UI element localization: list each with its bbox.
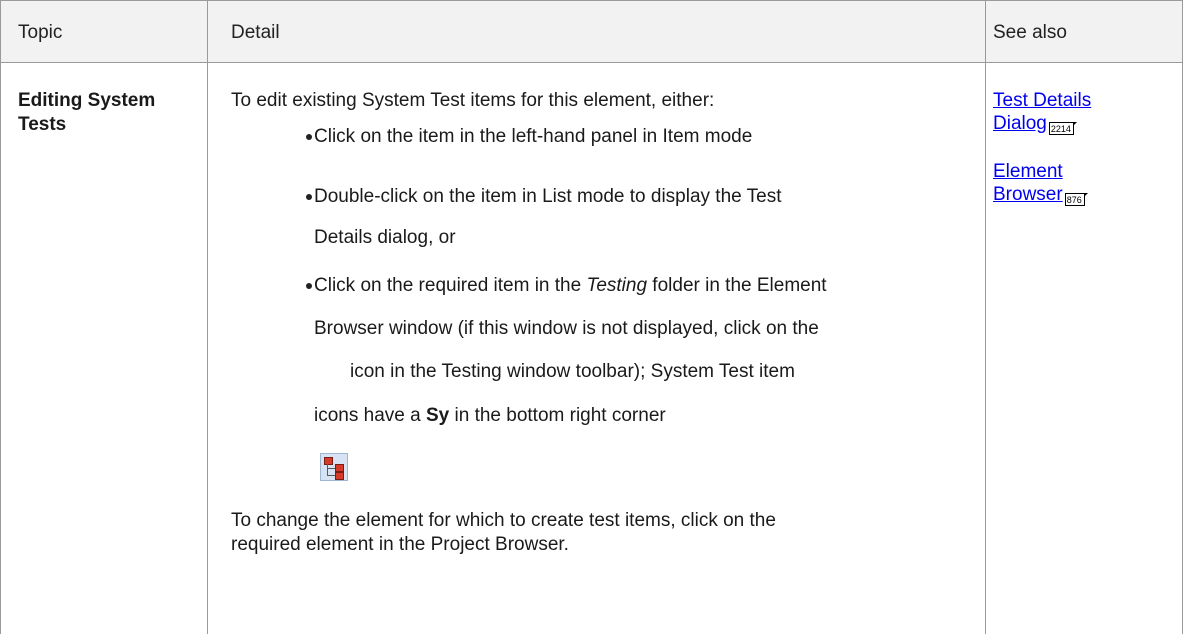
bullet-item-3-line-1: Click on the required item in the Testin… (314, 275, 827, 296)
topic-cell: Editing System Tests (18, 89, 198, 137)
see-also-test-details-dialog: Test Details Dialog 2214 (993, 89, 1091, 135)
bullet-item-1: Click on the item in the left-hand panel… (314, 126, 753, 147)
element-browser-link[interactable]: Element (993, 161, 1063, 182)
element-browser-tree-icon (320, 453, 348, 481)
col-divider-2 (985, 0, 986, 634)
see-also-element-browser: Element Browser 876 (993, 160, 1088, 206)
page-ref-badge[interactable]: 2214 (1048, 122, 1077, 135)
header-divider (0, 62, 1183, 63)
testing-folder-emphasis: Testing (586, 275, 648, 296)
bullet-icon (306, 134, 312, 140)
header-see-also: See also (993, 22, 1067, 43)
bullet-icon (306, 283, 312, 289)
bullet-item-2-line-1: Double-click on the item in List mode to… (314, 186, 782, 207)
detail-outro-line-1: To change the element for which to creat… (231, 510, 776, 531)
topic-line-1: Editing System (18, 90, 156, 111)
bullet-icon (306, 194, 312, 200)
detail-intro: To edit existing System Test items for t… (231, 90, 715, 111)
sy-emphasis: Sy (425, 405, 450, 426)
page-ref-badge[interactable]: 876 (1064, 193, 1088, 206)
bullet-item-3-line-4: icons have a Sy in the bottom right corn… (314, 405, 666, 426)
bullet-item-3-line-2: Browser window (if this window is not di… (314, 318, 819, 339)
col-divider-1 (207, 0, 208, 634)
table-left-border (0, 0, 1, 634)
help-table: Topic Detail See also Editing System Tes… (0, 0, 1183, 634)
bullet-item-2-line-2: Details dialog, or (314, 227, 456, 248)
test-details-dialog-link[interactable]: Test Details (993, 90, 1091, 111)
topic-line-2: Tests (18, 114, 67, 135)
header-topic: Topic (18, 22, 63, 43)
bullet-item-3-line-3: icon in the Testing window toolbar); Sys… (350, 361, 795, 382)
header-detail: Detail (231, 22, 280, 43)
table-top-border (0, 0, 1183, 1)
test-details-dialog-link-line2[interactable]: Dialog (993, 113, 1047, 134)
detail-outro-line-2: required element in the Project Browser. (231, 534, 569, 555)
element-browser-link-line2[interactable]: Browser (993, 184, 1063, 205)
